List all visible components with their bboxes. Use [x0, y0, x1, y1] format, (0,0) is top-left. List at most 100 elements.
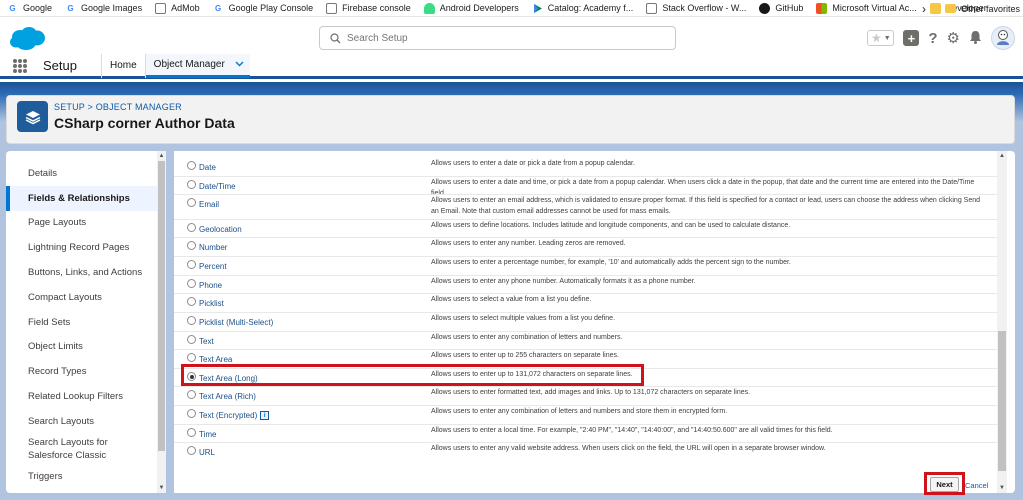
field-type-label[interactable]: Picklist [199, 299, 224, 308]
row-divider [174, 293, 997, 294]
field-type-label[interactable]: Number [199, 243, 227, 252]
field-type-radio[interactable] [187, 428, 196, 437]
sidebar-item-lightning-record-pages[interactable]: Lightning Record Pages [6, 235, 166, 260]
main-scrollbar[interactable]: ▲ ▼ [997, 151, 1007, 493]
field-type-label-text: Date [199, 163, 216, 172]
breadcrumb-setup-link[interactable]: SETUP [54, 102, 85, 112]
help-button[interactable]: ? [928, 30, 937, 47]
sidebar-item-triggers[interactable]: Triggers [6, 464, 166, 489]
field-type-label[interactable]: Date/Time [199, 182, 236, 191]
setup-gear-button[interactable]: ⚙ [947, 29, 960, 47]
sidebar-item-fields-relationships[interactable]: Fields & Relationships [6, 185, 166, 211]
avatar-icon [994, 28, 1012, 49]
tab-label: Object Manager [153, 58, 225, 70]
android-icon [423, 2, 435, 14]
field-type-label[interactable]: Text Area (Rich) [199, 392, 256, 401]
field-type-radio[interactable] [187, 446, 196, 455]
field-type-radio[interactable] [187, 161, 196, 170]
field-type-label[interactable]: Text Area (Long) [199, 374, 258, 383]
microsoft-icon [816, 2, 828, 14]
field-type-label[interactable]: Text [199, 337, 214, 346]
app-launcher-icon[interactable] [13, 58, 27, 73]
field-type-radio[interactable] [187, 335, 196, 344]
field-type-radio[interactable] [187, 260, 196, 269]
chevron-down-icon[interactable] [235, 61, 244, 67]
breadcrumb-object-manager-link[interactable]: OBJECT MANAGER [96, 102, 182, 112]
field-type-description: Allows users to enter a percentage numbe… [431, 259, 791, 266]
scrollbar-thumb[interactable] [158, 161, 165, 451]
field-type-radio[interactable] [187, 279, 196, 288]
sidebar-item-details[interactable]: Details [6, 161, 166, 186]
scrollbar-thumb[interactable] [998, 331, 1006, 471]
sidebar-item-object-limits[interactable]: Object Limits [6, 335, 166, 360]
next-button[interactable]: Next [930, 477, 959, 492]
field-type-radio[interactable] [187, 223, 196, 232]
field-type-radio[interactable] [187, 316, 196, 325]
field-type-radio[interactable] [187, 390, 196, 399]
field-type-radio[interactable] [187, 198, 196, 207]
favorites-button[interactable]: ★ ▼ [867, 30, 895, 46]
notifications-button[interactable] [969, 30, 982, 47]
scroll-up-arrow-icon[interactable]: ▲ [158, 152, 165, 160]
bookmark-other-favorites[interactable]: Other favorites [945, 0, 1020, 16]
question-icon: ? [928, 29, 938, 47]
bookmarks-more-button[interactable]: › [922, 0, 926, 16]
row-divider [174, 194, 997, 195]
user-avatar[interactable] [991, 26, 1015, 50]
bookmark-microsoft-virtual-academy[interactable]: Microsoft Virtual Ac... [816, 2, 917, 14]
cancel-link[interactable]: Cancel [965, 481, 988, 490]
google-g-icon: G [67, 3, 74, 13]
scroll-down-arrow-icon[interactable]: ▼ [998, 484, 1006, 492]
global-header: ★▼ + ? ⚙ [0, 18, 1023, 55]
field-type-label[interactable]: Text (Encrypted) i [199, 411, 270, 421]
field-type-label[interactable]: Percent [199, 262, 227, 271]
bookmark-admob[interactable]: AdMob [155, 2, 200, 14]
field-type-label[interactable]: Phone [199, 281, 222, 290]
field-type-radio[interactable] [187, 180, 196, 189]
global-actions-button[interactable]: + [903, 30, 920, 46]
field-type-radio[interactable] [187, 372, 196, 381]
field-type-label[interactable]: Geolocation [199, 225, 242, 234]
bookmark-google-images[interactable]: G Google Images [65, 3, 142, 14]
bookmark-label: Microsoft Virtual Ac... [832, 3, 917, 13]
bookmark-firebase[interactable]: Firebase console [326, 2, 411, 14]
tab-object-manager[interactable]: Object Manager [145, 53, 250, 78]
bookmark-google-play-console[interactable]: G Google Play Console [213, 3, 314, 14]
info-icon[interactable]: i [260, 411, 270, 421]
field-type-radio[interactable] [187, 241, 196, 250]
bookmark-label: Google Play Console [228, 3, 314, 13]
sidebar-scrollbar[interactable]: ▲ ▼ [157, 151, 166, 493]
bookmark-android-developers[interactable]: Android Developers [423, 2, 519, 14]
scroll-down-arrow-icon[interactable]: ▼ [158, 484, 165, 492]
field-type-description: Allows users to enter a date or pick a d… [431, 160, 635, 167]
bookmark-google[interactable]: G Google [7, 3, 52, 14]
sidebar-item-record-types[interactable]: Record Types [6, 359, 166, 384]
salesforce-logo[interactable] [8, 26, 46, 52]
field-type-radio[interactable] [187, 409, 196, 418]
field-type-row[interactable]: URL Allows users to enter any valid websi… [174, 444, 997, 464]
setup-search-box[interactable] [319, 26, 676, 50]
row-divider [174, 312, 997, 313]
sidebar-item-search-layouts[interactable]: Search Layouts [6, 409, 166, 434]
bookmark-github[interactable]: GitHub [759, 2, 803, 14]
tab-home[interactable]: Home [100, 53, 146, 78]
scroll-up-arrow-icon[interactable]: ▲ [998, 152, 1006, 160]
sidebar-item-compact-layouts[interactable]: Compact Layouts [6, 285, 166, 310]
bookmark-catalog-academy[interactable]: Catalog: Academy f... [532, 3, 633, 14]
field-type-label[interactable]: Date [199, 163, 216, 172]
field-type-label[interactable]: Text Area [199, 355, 232, 364]
sidebar-item-field-sets[interactable]: Field Sets [6, 310, 166, 335]
search-input[interactable] [347, 32, 647, 44]
sidebar-item-search-layouts-classic[interactable]: Search Layouts for Salesforce Classic [6, 434, 166, 464]
field-type-label[interactable]: Picklist (Multi-Select) [199, 318, 273, 327]
sidebar-item-page-layouts[interactable]: Page Layouts [6, 211, 166, 236]
field-type-label[interactable]: URL [199, 448, 215, 457]
field-type-radio[interactable] [187, 297, 196, 306]
field-type-label[interactable]: Email [199, 200, 219, 209]
sidebar-item-buttons-links-actions[interactable]: Buttons, Links, and Actions [6, 260, 166, 285]
bookmark-stack-overflow[interactable]: Stack Overflow - W... [646, 2, 746, 14]
field-type-label[interactable]: Time [199, 430, 216, 439]
field-type-row[interactable]: Email Allows users to enter an email addr… [174, 196, 997, 221]
sidebar-item-related-lookup-filters[interactable]: Related Lookup Filters [6, 384, 166, 409]
field-type-radio[interactable] [187, 353, 196, 362]
